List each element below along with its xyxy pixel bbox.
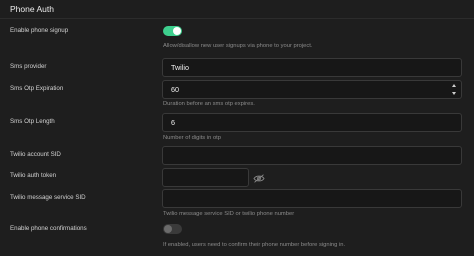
enable-phone-signup-help: Allow/disallow new user signups via phon… <box>163 43 313 49</box>
sms-otp-expiration-value: 60 <box>171 85 179 94</box>
twilio-auth-token-label: Twilio auth token <box>10 172 57 179</box>
enable-phone-confirmations-help: If enabled, users need to confirm their … <box>163 242 346 248</box>
eye-off-icon[interactable] <box>253 174 265 183</box>
sms-otp-length-help: Number of digits in otp <box>163 135 221 141</box>
sms-provider-select[interactable]: Twilio <box>162 58 462 77</box>
twilio-message-service-sid-input[interactable] <box>162 189 462 208</box>
sms-provider-value: Twilio <box>171 63 189 72</box>
stepper-up-icon[interactable] <box>452 84 456 87</box>
enable-phone-signup-toggle[interactable] <box>163 26 182 36</box>
section-title: Phone Auth <box>10 4 54 14</box>
section-divider <box>0 18 474 19</box>
sms-otp-length-label: Sms Otp Length <box>10 118 55 125</box>
toggle-knob <box>164 225 172 233</box>
enable-phone-confirmations-label: Enable phone confirmations <box>10 225 87 232</box>
stepper-down-icon[interactable] <box>452 92 456 95</box>
twilio-account-sid-input[interactable] <box>162 146 462 165</box>
sms-otp-length-input[interactable]: 6 <box>162 113 462 132</box>
number-stepper[interactable] <box>451 84 457 95</box>
sms-otp-length-value: 6 <box>171 118 175 127</box>
sms-otp-expiration-help: Duration before an sms otp expires. <box>163 101 255 107</box>
twilio-message-service-sid-help: Twilio message service SID or twilio pho… <box>163 211 295 217</box>
enable-phone-confirmations-toggle[interactable] <box>163 224 182 234</box>
twilio-auth-token-input[interactable] <box>162 168 249 187</box>
sms-otp-expiration-label: Sms Otp Expiration <box>10 85 64 92</box>
sms-otp-expiration-input[interactable]: 60 <box>162 80 462 99</box>
toggle-knob <box>173 27 181 35</box>
sms-provider-label: Sms provider <box>10 63 47 70</box>
twilio-message-service-sid-label: Twilio message service SID <box>10 194 86 201</box>
enable-phone-signup-label: Enable phone signup <box>10 27 69 34</box>
twilio-account-sid-label: Twilio account SID <box>10 151 61 158</box>
